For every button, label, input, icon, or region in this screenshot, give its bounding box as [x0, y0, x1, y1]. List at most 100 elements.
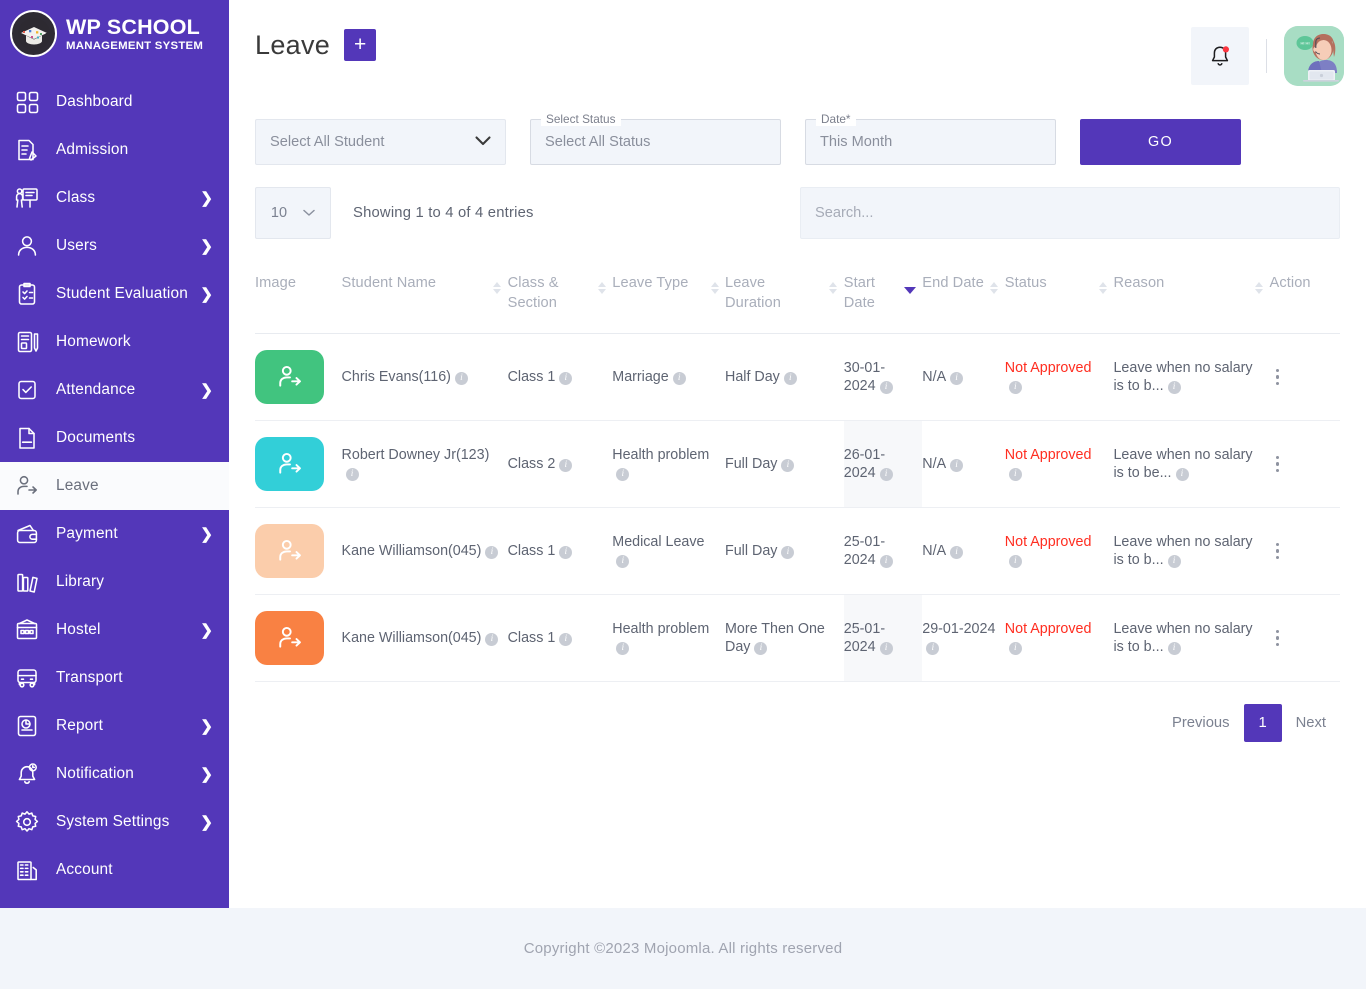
info-icon[interactable]: i — [879, 642, 893, 655]
bell-icon — [1211, 46, 1229, 66]
column-header-reason[interactable]: Reason — [1113, 259, 1270, 334]
row-action[interactable] — [1269, 420, 1340, 508]
sort-indicator[interactable] — [493, 282, 502, 294]
search-input[interactable] — [815, 205, 1325, 221]
sidebar-item-library[interactable]: Library — [0, 558, 229, 606]
sidebar-item-system-settings[interactable]: System Settings ❯ — [0, 798, 229, 846]
vertical-dots-icon[interactable] — [1269, 455, 1285, 473]
pagination-next[interactable]: Next — [1282, 704, 1340, 742]
info-icon[interactable]: i — [950, 459, 964, 472]
student-avatar — [255, 611, 324, 665]
sort-indicator[interactable] — [904, 287, 917, 294]
column-header-status[interactable]: Status — [1004, 259, 1114, 334]
info-icon[interactable]: i — [1167, 381, 1181, 394]
add-leave-button[interactable]: + — [344, 29, 377, 61]
sort-indicator[interactable] — [710, 282, 719, 294]
filter-bar: Select All Student Select Status Select … — [229, 109, 1366, 165]
sidebar-item-users[interactable]: Users ❯ — [0, 222, 229, 270]
info-icon[interactable]: i — [559, 546, 573, 559]
row-action[interactable] — [1269, 507, 1340, 595]
info-icon[interactable]: i — [783, 372, 797, 385]
student-filter[interactable]: Select All Student — [255, 109, 506, 165]
row-class-section-text: Class 2 — [507, 456, 556, 472]
pagination-previous[interactable]: Previous — [1158, 704, 1244, 742]
info-icon[interactable]: i — [1167, 555, 1181, 568]
column-header-leave-type[interactable]: Leave Type — [612, 259, 725, 334]
sidebar-item-account[interactable]: Account — [0, 846, 229, 894]
info-icon[interactable]: i — [1175, 468, 1189, 481]
notification-bell-button[interactable] — [1191, 27, 1249, 85]
pagination-page-1[interactable]: 1 — [1243, 704, 1282, 742]
person-exit-icon — [278, 626, 301, 648]
info-icon[interactable]: i — [879, 381, 893, 394]
sort-indicator[interactable] — [990, 282, 999, 294]
info-icon[interactable]: i — [559, 372, 573, 385]
brand-logo-block[interactable]: WP SCHOOL MANAGEMENT SYSTEM — [0, 0, 229, 69]
info-icon[interactable]: i — [1008, 555, 1022, 568]
sort-indicator[interactable] — [829, 282, 838, 294]
sidebar-item-label: Student Evaluation — [56, 285, 188, 302]
info-icon[interactable]: i — [950, 372, 964, 385]
info-icon[interactable]: i — [1008, 468, 1022, 481]
sidebar-item-documents[interactable]: Documents — [0, 414, 229, 462]
info-icon[interactable]: i — [672, 372, 686, 385]
info-icon[interactable]: i — [950, 546, 964, 559]
row-action[interactable] — [1269, 333, 1340, 421]
info-icon[interactable]: i — [926, 642, 940, 655]
column-header-class-section[interactable]: Class & Section — [507, 259, 613, 334]
select-all-student-dropdown[interactable]: Select All Student — [255, 119, 506, 165]
row-class-section: Class 2i — [507, 420, 613, 508]
user-icon — [17, 236, 37, 256]
vertical-dots-icon[interactable] — [1269, 368, 1285, 386]
info-icon[interactable]: i — [485, 633, 499, 646]
sidebar-item-class[interactable]: Class ❯ — [0, 174, 229, 222]
row-action[interactable] — [1269, 594, 1340, 682]
vertical-dots-icon[interactable] — [1269, 629, 1285, 647]
date-filter[interactable]: Date* This Month — [805, 109, 1056, 165]
sort-indicator[interactable] — [1098, 282, 1107, 294]
column-header-student-name[interactable]: Student Name — [341, 259, 508, 334]
search-box[interactable] — [800, 187, 1340, 239]
info-icon[interactable]: i — [1008, 642, 1022, 655]
status-filter[interactable]: Select Status Select All Status — [530, 109, 781, 165]
column-header-start-date[interactable]: Start Date — [843, 259, 923, 334]
go-button[interactable]: GO — [1080, 119, 1241, 165]
info-icon[interactable]: i — [345, 468, 359, 481]
avatar[interactable]: HI HI — [1284, 26, 1344, 86]
info-icon[interactable]: i — [616, 468, 630, 481]
info-icon[interactable]: i — [781, 459, 795, 472]
info-icon[interactable]: i — [879, 555, 893, 568]
sidebar-item-report[interactable]: Report ❯ — [0, 702, 229, 750]
column-header-end-date[interactable]: End Date — [922, 259, 1005, 334]
info-icon[interactable]: i — [616, 555, 630, 568]
page-length-select[interactable]: 10 — [255, 187, 331, 239]
sidebar-item-leave[interactable]: Leave — [0, 462, 229, 510]
info-icon[interactable]: i — [559, 459, 573, 472]
vertical-dots-icon[interactable] — [1269, 542, 1285, 560]
sidebar-item-student-evaluation[interactable]: Student Evaluation ❯ — [0, 270, 229, 318]
sidebar-item-transport[interactable]: Transport — [0, 654, 229, 702]
info-icon[interactable]: i — [754, 642, 768, 655]
sidebar-item-admission[interactable]: Admission — [0, 126, 229, 174]
sidebar-item-dashboard[interactable]: Dashboard — [0, 78, 229, 126]
info-icon[interactable]: i — [454, 372, 468, 385]
sidebar-item-payment[interactable]: Payment ❯ — [0, 510, 229, 558]
info-icon[interactable]: i — [1008, 381, 1022, 394]
sidebar-item-hostel[interactable]: Hostel ❯ — [0, 606, 229, 654]
sort-indicator[interactable] — [597, 282, 606, 294]
info-icon[interactable]: i — [616, 642, 630, 655]
info-icon[interactable]: i — [485, 546, 499, 559]
row-leave-duration-text: Full Day — [725, 543, 778, 559]
info-icon[interactable]: i — [879, 468, 893, 481]
sidebar-item-notification[interactable]: Notification ❯ — [0, 750, 229, 798]
row-image-cell — [255, 507, 342, 595]
sort-indicator[interactable] — [1254, 282, 1263, 294]
column-header-leave-duration[interactable]: Leave Duration — [725, 259, 844, 334]
info-icon[interactable]: i — [1167, 642, 1181, 655]
bus-icon — [17, 669, 37, 688]
bus-icon — [14, 665, 40, 691]
sidebar-item-attendance[interactable]: Attendance ❯ — [0, 366, 229, 414]
info-icon[interactable]: i — [781, 546, 795, 559]
info-icon[interactable]: i — [559, 633, 573, 646]
sidebar-item-homework[interactable]: Homework — [0, 318, 229, 366]
